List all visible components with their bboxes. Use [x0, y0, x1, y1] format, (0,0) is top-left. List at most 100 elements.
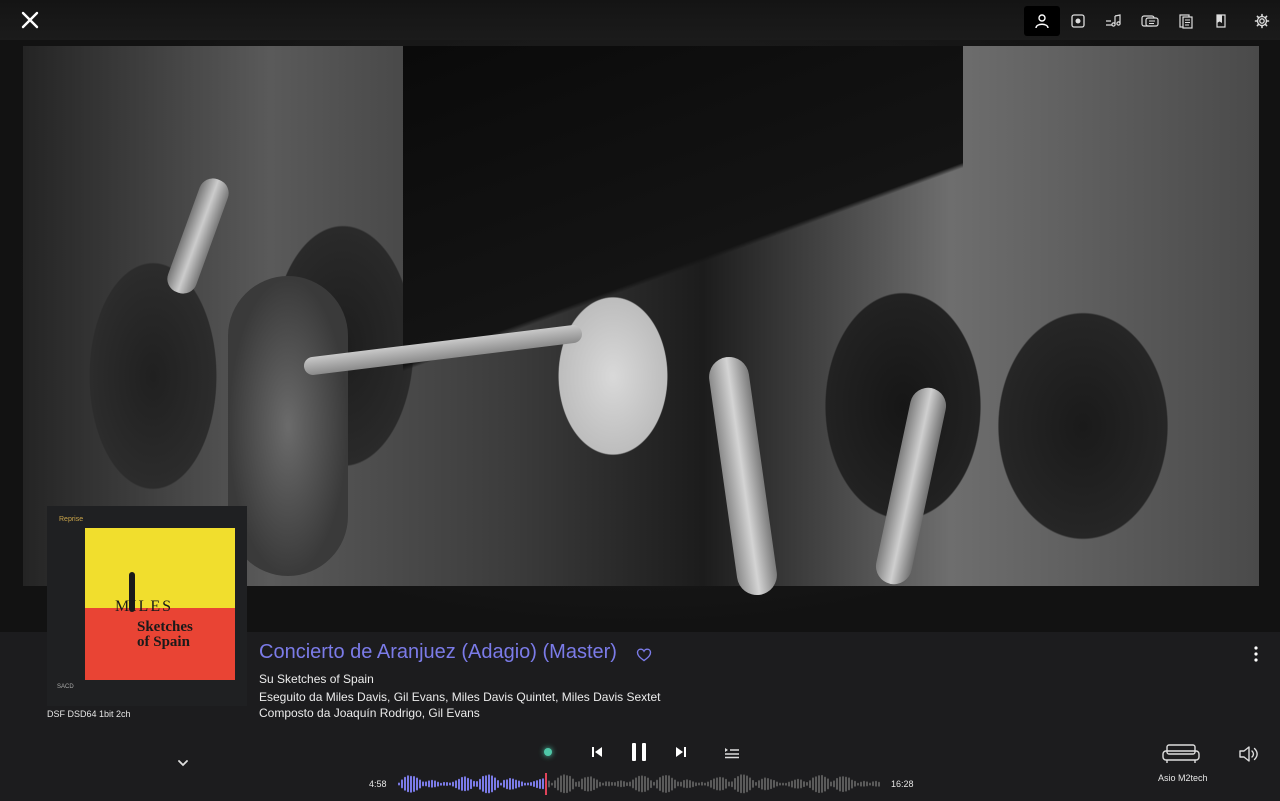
- waveform-bar: [689, 780, 691, 788]
- waveform-bar: [803, 780, 805, 788]
- favorite-button[interactable]: [636, 647, 652, 663]
- composer-line[interactable]: Composto da Joaquín Rodrigo, Gil Evans: [259, 706, 480, 720]
- waveform-bar: [866, 781, 868, 787]
- waveform-bar: [614, 781, 616, 787]
- output-device-label: Asio M2tech: [1158, 773, 1208, 783]
- waveform-bar: [710, 780, 712, 788]
- album-view-button[interactable]: [1060, 6, 1096, 36]
- lyrics-view-button[interactable]: [1096, 6, 1132, 36]
- album-cover[interactable]: Reprise MILES Sketches of Spain SACD: [47, 506, 247, 706]
- waveform-bar: [836, 778, 838, 790]
- waveform-seekbar[interactable]: [398, 773, 882, 795]
- more-vertical-icon: [1254, 646, 1258, 662]
- waveform-bar: [800, 779, 802, 789]
- waveform-bar: [626, 781, 628, 787]
- waveform-bar: [419, 779, 421, 789]
- waveform-bar: [767, 777, 769, 791]
- waveform-bar: [602, 782, 604, 786]
- playhead[interactable]: [545, 773, 547, 795]
- close-button[interactable]: [18, 8, 42, 32]
- settings-button[interactable]: [1244, 6, 1280, 36]
- next-button[interactable]: [674, 745, 688, 759]
- playback-status-dot: [544, 748, 552, 756]
- volume-button[interactable]: [1238, 745, 1260, 763]
- booklet-view-button[interactable]: [1168, 6, 1204, 36]
- waveform-bar: [509, 778, 511, 790]
- waveform-bar: [782, 782, 784, 786]
- waveform-bar: [872, 781, 874, 787]
- waveform-bar: [731, 780, 733, 788]
- microphone-shape: [163, 174, 233, 298]
- view-switcher: [1024, 6, 1280, 36]
- waveform-bar: [617, 781, 619, 787]
- info-view-button[interactable]: [1204, 6, 1240, 36]
- waveform-bar: [743, 774, 745, 794]
- artist-photo: [23, 46, 1259, 598]
- credits-view-button[interactable]: [1132, 6, 1168, 36]
- waveform-bar: [590, 776, 592, 792]
- performer-line[interactable]: Eseguito da Miles Davis, Gil Evans, Mile…: [259, 690, 660, 704]
- waveform-bar: [431, 780, 433, 788]
- more-options-button[interactable]: [1248, 644, 1264, 664]
- waveform-bar: [668, 775, 670, 793]
- waveform-bar: [719, 777, 721, 791]
- waveform-bar: [554, 779, 556, 789]
- waveform-bar: [497, 780, 499, 788]
- waveform-bar: [536, 779, 538, 789]
- cover-title-line-2: Sketches: [137, 619, 193, 635]
- pause-button[interactable]: [629, 742, 649, 762]
- format-info: DSF DSD64 1bit 2ch: [47, 709, 131, 719]
- waveform-bar: [698, 782, 700, 786]
- album-icon: [1071, 14, 1085, 28]
- waveform-bar: [485, 774, 487, 794]
- waveform-bar: [464, 776, 466, 792]
- waveform-bar: [854, 781, 856, 787]
- queue-button[interactable]: [724, 746, 740, 759]
- waveform-bar: [428, 780, 430, 788]
- waveform-bar: [734, 778, 736, 790]
- waveform-bar: [686, 779, 688, 789]
- artist-view-button[interactable]: [1024, 6, 1060, 36]
- saxophone-shape-2: [872, 384, 950, 588]
- waveform-bar: [407, 775, 409, 793]
- waveform-bar: [659, 776, 661, 792]
- record-label: Reprise: [59, 516, 84, 523]
- cover-title-line-3: of Spain: [137, 634, 190, 650]
- waveform-bar: [515, 779, 517, 789]
- waveform-bar: [851, 779, 853, 789]
- collapse-button[interactable]: [176, 756, 190, 770]
- waveform-bar: [560, 775, 562, 793]
- album-link[interactable]: Su Sketches of Spain: [259, 672, 374, 686]
- waveform-bar: [608, 781, 610, 787]
- waveform-bar: [557, 777, 559, 791]
- waveform-bar: [455, 779, 457, 789]
- waveform-bar: [605, 781, 607, 787]
- waveform-bar: [467, 777, 469, 791]
- waveform-bar: [425, 781, 427, 787]
- booklet-icon: [1179, 14, 1193, 29]
- queue-icon: [725, 748, 739, 759]
- waveform-bar: [530, 781, 532, 787]
- track-title[interactable]: Concierto de Aranjuez (Adagio) (Master): [259, 641, 617, 664]
- output-device-button[interactable]: [1160, 743, 1202, 765]
- info-icon: [1216, 14, 1226, 28]
- waveform-bar: [611, 782, 613, 786]
- waveform-bar: [839, 776, 841, 792]
- waveform-bar: [758, 779, 760, 789]
- waveform-bar: [569, 776, 571, 792]
- waveform-bar: [818, 774, 820, 794]
- waveform-bar: [665, 775, 667, 793]
- waveform-bar: [566, 774, 568, 794]
- waveform-bar: [521, 781, 523, 787]
- waveform-bar: [773, 780, 775, 788]
- waveform-bar: [401, 779, 403, 789]
- waveform-bar: [527, 782, 529, 786]
- waveform-bar: [653, 782, 655, 786]
- previous-button[interactable]: [590, 745, 604, 759]
- waveform-bar: [728, 781, 730, 787]
- chevron-down-icon: [178, 760, 188, 767]
- waveform-bar: [575, 781, 577, 787]
- waveform-bar: [641, 775, 643, 793]
- waveform-bar: [584, 776, 586, 792]
- waveform-bar: [410, 775, 412, 793]
